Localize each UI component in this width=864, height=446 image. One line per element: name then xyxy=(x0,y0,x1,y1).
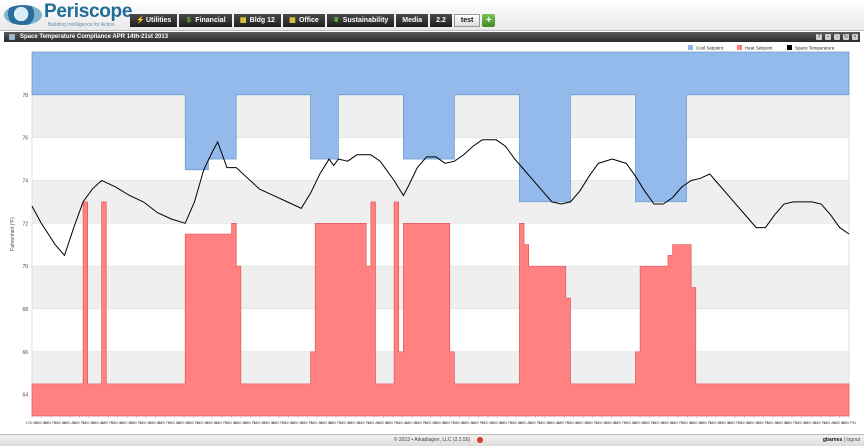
tab-2-2[interactable]: 2.2 xyxy=(430,14,452,27)
building-icon: ▦ xyxy=(289,17,296,24)
tab-label: Financial xyxy=(195,17,226,24)
tab-office[interactable]: ▦ Office xyxy=(282,14,325,27)
legend-label: Space Temperature xyxy=(795,46,835,51)
tab-label: Office xyxy=(298,17,319,24)
tab-label: Media xyxy=(402,17,423,24)
panel-chart-icon xyxy=(9,34,15,40)
lightning-icon: ⚡ xyxy=(136,17,145,24)
copyright-text: © 2013 • Arkadiagen, LLC (2.2.55) xyxy=(393,437,471,443)
x-tick-label: 5:00 PM xyxy=(842,421,855,425)
tab-utilities[interactable]: ⚡ Utilities xyxy=(130,14,178,27)
app-name: Periscope xyxy=(44,1,133,22)
y-tick-label: 70 xyxy=(22,264,28,270)
y-tick-label: 76 xyxy=(22,136,28,142)
y-tick-label: 72 xyxy=(22,221,28,227)
main-nav: ⚡ Utilities $ Financial ▦ Bldg 12 ▦ Office ❦… xyxy=(130,14,496,27)
y-tick-label: 68 xyxy=(22,307,28,313)
logout-link[interactable]: logout xyxy=(846,437,860,443)
dollar-icon: $ xyxy=(186,17,191,24)
leaf-icon: ❦ xyxy=(333,17,340,24)
app-tagline: Building Intelligence for Action xyxy=(48,22,115,28)
y-axis-label: Fahrenheit (°F) xyxy=(10,217,16,251)
refresh-icon[interactable]: ↻ xyxy=(843,34,849,40)
top-bar: Periscope Building Intelligence for Acti… xyxy=(0,0,864,31)
alert-icon[interactable] xyxy=(477,437,483,443)
periscope-logo-icon xyxy=(4,5,42,25)
panel-title-bar: Space Temperature Compliance APR 14th-21… xyxy=(4,32,860,42)
tab-label: Sustainability xyxy=(342,17,389,24)
minimize-icon[interactable]: – xyxy=(825,34,831,40)
tab-test[interactable]: test xyxy=(453,14,481,27)
tab-label: test xyxy=(460,17,474,24)
add-tab-button[interactable]: + xyxy=(482,14,496,27)
restore-icon[interactable]: ▫ xyxy=(834,34,840,40)
y-tick-label: 66 xyxy=(22,350,28,356)
tab-label: Utilities xyxy=(146,17,172,24)
periscope-logo[interactable]: Periscope Building Intelligence for Acti… xyxy=(4,1,132,28)
plus-icon: + xyxy=(485,15,492,26)
legend-label: Cool Setpoint xyxy=(696,46,724,51)
legend-label: Heat Setpoint xyxy=(745,46,773,51)
temperature-chart: 6466687072747678Fahrenheit (°F)1:00 AM9:… xyxy=(10,45,856,425)
username: gbarnes xyxy=(822,437,843,443)
footer: © 2013 • Arkadiagen, LLC (2.2.55) gbarne… xyxy=(0,434,864,446)
legend-swatch xyxy=(737,45,742,50)
tab-sustainability[interactable]: ❦ Sustainability xyxy=(326,14,395,27)
legend-swatch xyxy=(688,45,693,50)
tab-financial[interactable]: $ Financial xyxy=(179,14,232,27)
grid-band xyxy=(32,180,849,224)
help-icon[interactable]: ? xyxy=(816,34,822,40)
legend-swatch xyxy=(787,45,792,50)
y-tick-label: 64 xyxy=(22,393,28,399)
building-icon: ▦ xyxy=(239,17,247,24)
tab-bldg-12[interactable]: ▦ Bldg 12 xyxy=(233,14,281,27)
chart-panel: 64 66 68 70 72 74 76 78 Fahrenheit (°F) 1:00 AM 9:… xyxy=(4,42,860,433)
y-tick-label: 74 xyxy=(22,178,28,184)
tab-media[interactable]: Media xyxy=(396,14,429,27)
y-tick-label: 78 xyxy=(22,93,28,99)
tab-label: Bldg 12 xyxy=(249,17,275,24)
panel-title: Space Temperature Compliance APR 14th-21… xyxy=(20,34,169,40)
user-info: gbarnes | logout xyxy=(822,437,860,443)
tab-label: 2.2 xyxy=(436,17,446,24)
close-icon[interactable]: × xyxy=(852,34,858,40)
